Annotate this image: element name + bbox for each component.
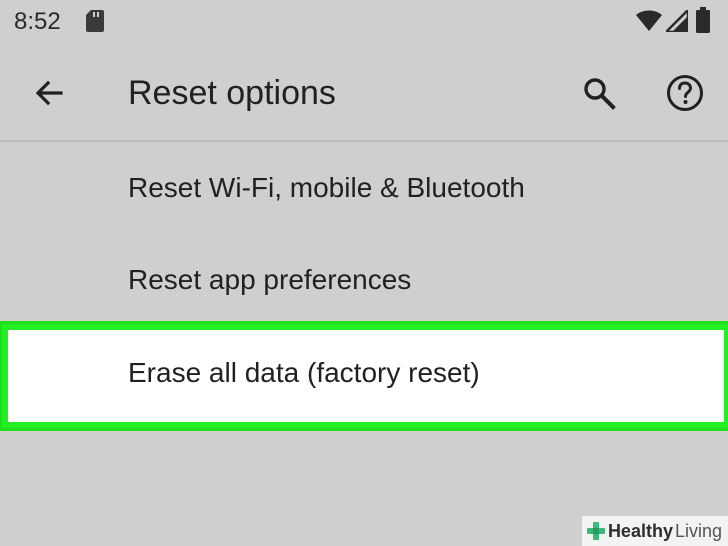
option-label: Reset Wi-Fi, mobile & Bluetooth xyxy=(128,172,525,203)
status-time: 8:52 xyxy=(14,8,61,35)
page-title: Reset options xyxy=(128,74,336,112)
healthy-living-logo-icon xyxy=(586,522,605,540)
search-button[interactable] xyxy=(576,70,622,116)
status-bar: 8:52 xyxy=(0,0,728,44)
sd-card-icon xyxy=(86,10,104,32)
battery-icon xyxy=(696,7,710,33)
help-circle-icon xyxy=(667,75,703,111)
watermark: Healthy Living xyxy=(581,516,728,546)
option-reset-app-preferences[interactable]: Reset app preferences xyxy=(0,234,728,326)
option-label: Reset app preferences xyxy=(128,264,412,295)
arrow-back-icon xyxy=(35,80,63,106)
watermark-text-living: Living xyxy=(674,520,722,541)
wifi-icon xyxy=(636,10,662,31)
back-button[interactable] xyxy=(26,70,72,116)
option-label: Erase all data (factory reset) xyxy=(128,357,480,388)
option-erase-all-data[interactable]: Erase all data (factory reset) xyxy=(2,324,728,428)
search-icon xyxy=(584,78,616,110)
watermark-text-healthy: Healthy xyxy=(607,520,673,541)
cell-signal-icon xyxy=(666,10,688,32)
app-bar: Reset options xyxy=(0,44,728,142)
option-reset-network[interactable]: Reset Wi-Fi, mobile & Bluetooth xyxy=(0,142,728,234)
help-button[interactable] xyxy=(662,70,708,116)
